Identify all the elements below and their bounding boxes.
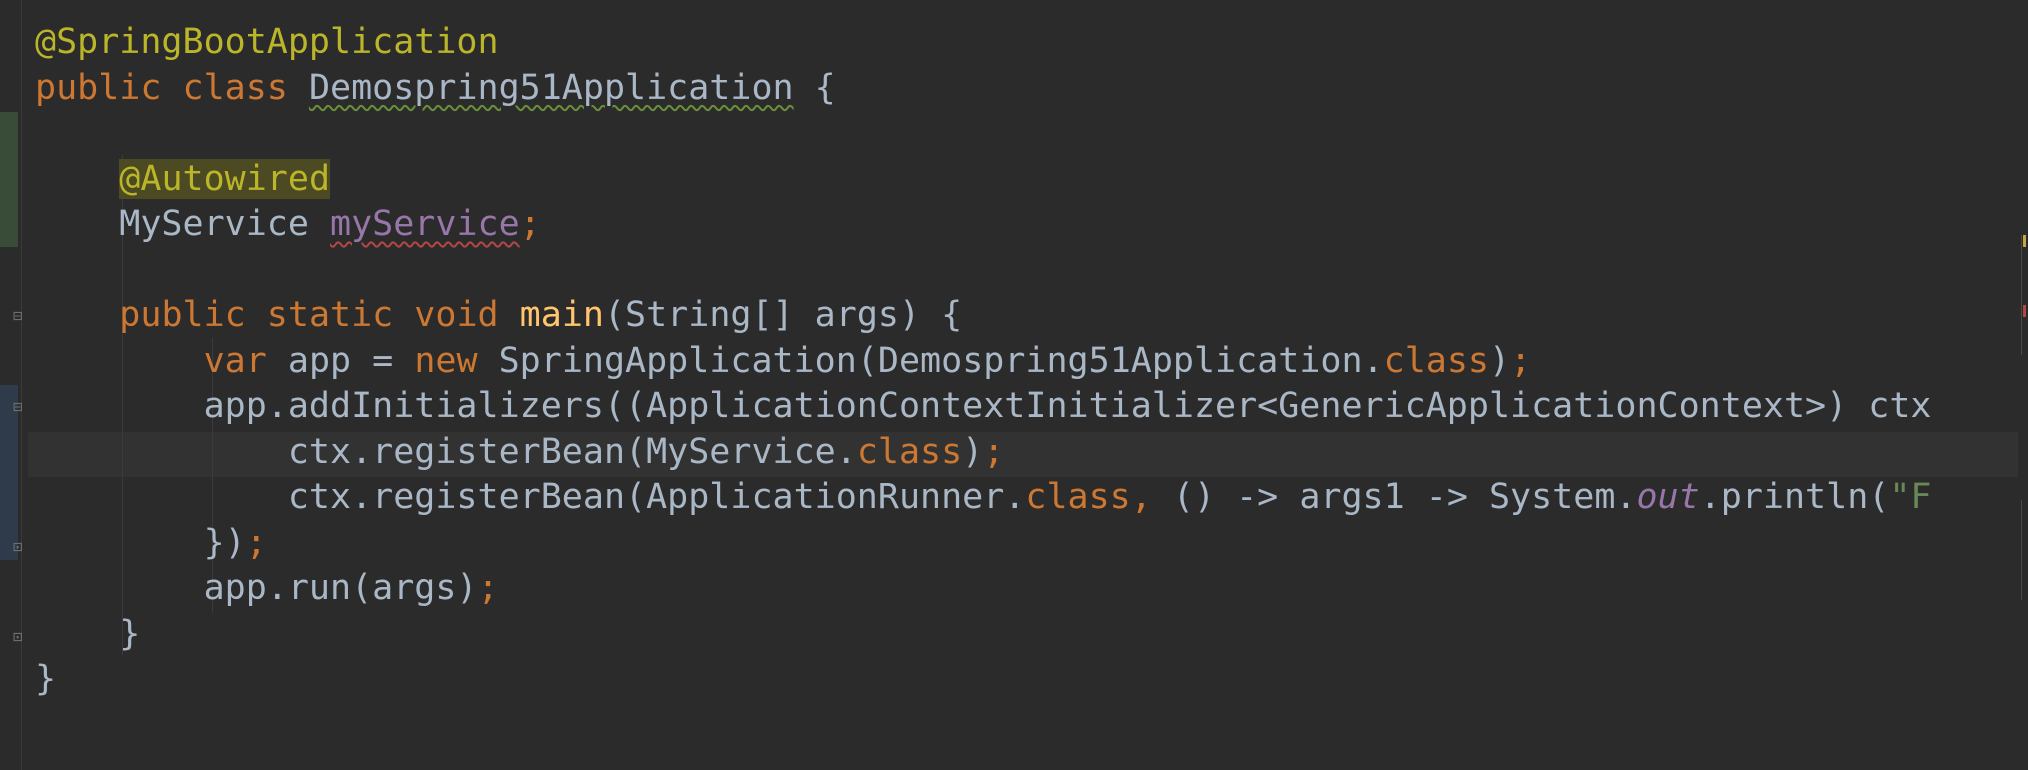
code-token-keyword: class (856, 431, 963, 472)
warning-stripe-mark[interactable] (2023, 235, 2026, 247)
gutter-divider (21, 0, 22, 770)
code-line[interactable]: app.run(args); (35, 566, 1953, 612)
code-token-annotation-hl: @Autowired (119, 158, 331, 199)
code-token-keyword: , (1130, 477, 1173, 517)
code-line[interactable]: var app = new SpringApplication(Demospri… (35, 339, 1953, 385)
code-line[interactable]: } (35, 612, 1953, 658)
fold-end-icon[interactable]: ⊡ (13, 628, 29, 646)
code-line[interactable]: }); (35, 521, 1953, 567)
vcs-change-marker[interactable] (0, 112, 18, 247)
code-token-keyword: new (414, 340, 499, 381)
code-token-keyword: class (1025, 477, 1131, 517)
code-token-keyword: ; (245, 522, 267, 563)
code-token-keyword: public class (35, 67, 309, 108)
scroll-track (2021, 500, 2022, 600)
code-token-annotation: @SpringBootApplication (35, 22, 499, 62)
code-line[interactable]: ctx.registerBean(MyService.class); (35, 430, 1953, 476)
fold-collapse-icon[interactable]: ⊟ (13, 307, 29, 325)
code-line[interactable]: @SpringBootApplication (35, 20, 1953, 66)
code-token-plain: } (35, 613, 141, 654)
code-token-plain: { (793, 67, 836, 108)
code-token-plain: () -> args1 -> System. (1172, 477, 1637, 517)
editor-gutter[interactable]: ⊟ ⊟ ⊡ ⊡ (0, 0, 28, 770)
code-token-static: out (1636, 477, 1700, 517)
code-line[interactable]: @Autowired (35, 157, 1953, 203)
code-token-plain: Demospring51Application (308, 67, 794, 108)
code-line[interactable]: public static void main(String[] args) { (35, 293, 1953, 339)
code-token-plain: ) (962, 431, 984, 472)
code-token-plain: SpringApplication(Demospring51Applicatio… (498, 340, 1384, 381)
code-token-string: "F (1889, 477, 1932, 517)
code-token-plain: ctx.registerBean(ApplicationRunner. (35, 477, 1026, 517)
code-token-plain: app.run(args) (35, 568, 478, 608)
code-area[interactable]: @SpringBootApplication public class Demos… (35, 20, 1953, 703)
code-token-keyword: ; (519, 204, 541, 244)
code-editor[interactable]: ⊟ ⊟ ⊡ ⊡ @SpringBootApplication public cla… (0, 0, 2028, 770)
error-stripe-mark[interactable] (2023, 305, 2026, 317)
code-token-keyword: ; (477, 568, 499, 608)
code-token-field: myService (330, 204, 520, 244)
code-token-plain: app = (287, 340, 415, 381)
scroll-track (2021, 235, 2022, 355)
code-token-plain: }) (35, 522, 246, 563)
code-token-keyword: public static void (119, 295, 520, 335)
code-token-plain: .println( (1699, 477, 1890, 517)
code-line[interactable]: MyService myService; (35, 202, 1953, 248)
code-token-keyword: var (203, 340, 288, 381)
code-token-plain: ctx.registerBean(MyService. (35, 431, 857, 472)
code-token-plain: app.addInitializers((ApplicationContextI… (35, 386, 1953, 426)
code-token-method: main (519, 295, 604, 335)
code-token-keyword: ; (983, 431, 1005, 472)
code-line[interactable]: } (35, 657, 1953, 703)
fold-collapse-icon[interactable]: ⊟ (13, 398, 29, 416)
code-line[interactable]: ctx.registerBean(ApplicationRunner.class… (35, 475, 1953, 521)
code-line[interactable]: public class Demospring51Application { (35, 66, 1953, 112)
code-token-plain: } (35, 659, 57, 699)
code-token-keyword: class (1383, 340, 1489, 381)
code-token-plain: MyService (35, 204, 331, 244)
code-token-plain: ) (1488, 340, 1511, 381)
code-line[interactable] (35, 111, 1953, 157)
code-line[interactable]: app.addInitializers((ApplicationContextI… (35, 384, 1953, 430)
error-stripe[interactable] (2018, 0, 2028, 770)
fold-end-icon[interactable]: ⊡ (13, 538, 29, 556)
code-token-keyword: ; (1510, 340, 1532, 381)
code-line[interactable] (35, 248, 1953, 294)
code-token-plain: (String[] args) { (603, 295, 963, 335)
